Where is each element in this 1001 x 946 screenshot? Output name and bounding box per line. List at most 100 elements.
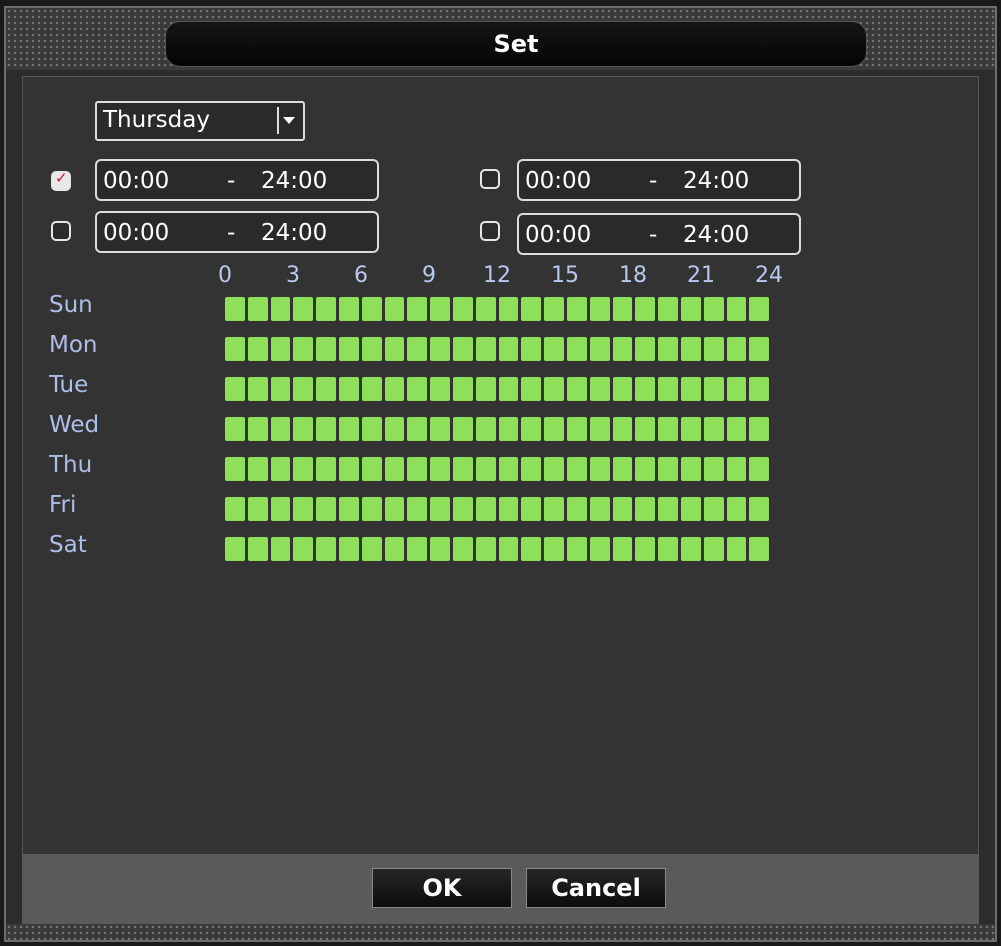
schedule-slot[interactable] (475, 337, 496, 361)
schedule-slot[interactable] (316, 497, 336, 521)
schedule-slot[interactable] (247, 377, 268, 401)
schedule-slot[interactable] (247, 297, 268, 321)
schedule-slot[interactable] (658, 537, 678, 561)
schedule-slot[interactable] (270, 457, 291, 481)
schedule-slot[interactable] (452, 417, 473, 441)
schedule-slot[interactable] (293, 417, 314, 441)
schedule-slot[interactable] (316, 337, 336, 361)
schedule-slot[interactable] (680, 297, 701, 321)
schedule-slot[interactable] (749, 377, 770, 401)
schedule-slot[interactable] (270, 377, 291, 401)
period-2-field[interactable]: 00:00 - 24:00 (517, 159, 801, 201)
schedule-slot[interactable] (521, 457, 542, 481)
schedule-slot[interactable] (703, 497, 724, 521)
schedule-slot[interactable] (338, 417, 359, 441)
schedule-slot[interactable] (589, 337, 610, 361)
schedule-slot[interactable] (293, 497, 314, 521)
schedule-slot[interactable] (338, 377, 359, 401)
schedule-slot[interactable] (612, 377, 633, 401)
schedule-slot[interactable] (612, 497, 633, 521)
schedule-slot[interactable] (703, 457, 724, 481)
schedule-slot[interactable] (338, 297, 359, 321)
schedule-slot[interactable] (521, 297, 542, 321)
schedule-slot[interactable] (407, 337, 428, 361)
schedule-slot[interactable] (361, 337, 382, 361)
schedule-slot[interactable] (361, 417, 382, 441)
schedule-slot[interactable] (430, 457, 450, 481)
schedule-slot[interactable] (225, 337, 245, 361)
schedule-slot[interactable] (498, 457, 519, 481)
schedule-slot[interactable] (452, 337, 473, 361)
schedule-slot[interactable] (635, 337, 656, 361)
schedule-slot[interactable] (452, 377, 473, 401)
schedule-slot[interactable] (225, 497, 245, 521)
period-1-end[interactable]: 24:00 (261, 168, 327, 194)
schedule-slot[interactable] (247, 497, 268, 521)
schedule-slot[interactable] (726, 297, 747, 321)
schedule-row[interactable] (225, 377, 770, 401)
schedule-slot[interactable] (498, 297, 519, 321)
period-4-end[interactable]: 24:00 (683, 222, 749, 248)
schedule-slot[interactable] (726, 457, 747, 481)
schedule-slot[interactable] (749, 457, 770, 481)
schedule-slot[interactable] (225, 537, 245, 561)
schedule-slot[interactable] (361, 497, 382, 521)
schedule-row[interactable] (225, 457, 770, 481)
schedule-slot[interactable] (566, 457, 587, 481)
schedule-slot[interactable] (407, 417, 428, 441)
schedule-slot[interactable] (680, 337, 701, 361)
schedule-slot[interactable] (612, 297, 633, 321)
schedule-slot[interactable] (612, 417, 633, 441)
period-2-checkbox[interactable] (480, 169, 500, 189)
schedule-slot[interactable] (270, 497, 291, 521)
schedule-slot[interactable] (635, 537, 656, 561)
schedule-slot[interactable] (612, 537, 633, 561)
day-select[interactable]: Thursday (95, 101, 305, 141)
schedule-slot[interactable] (247, 417, 268, 441)
schedule-slot[interactable] (635, 297, 656, 321)
period-3-end[interactable]: 24:00 (261, 220, 327, 246)
schedule-slot[interactable] (475, 537, 496, 561)
schedule-slot[interactable] (658, 297, 678, 321)
schedule-row[interactable] (225, 297, 770, 321)
schedule-slot[interactable] (566, 337, 587, 361)
cancel-button[interactable]: Cancel (526, 868, 666, 908)
schedule-slot[interactable] (384, 497, 405, 521)
schedule-slot[interactable] (749, 337, 770, 361)
chevron-down-icon[interactable] (277, 107, 299, 134)
schedule-slot[interactable] (384, 417, 405, 441)
schedule-slot[interactable] (544, 377, 564, 401)
schedule-slot[interactable] (407, 297, 428, 321)
schedule-slot[interactable] (384, 297, 405, 321)
period-3-field[interactable]: 00:00 - 24:00 (95, 211, 379, 253)
schedule-slot[interactable] (521, 497, 542, 521)
schedule-slot[interactable] (452, 297, 473, 321)
schedule-slot[interactable] (247, 457, 268, 481)
schedule-slot[interactable] (338, 497, 359, 521)
schedule-slot[interactable] (749, 497, 770, 521)
schedule-slot[interactable] (566, 497, 587, 521)
schedule-slot[interactable] (475, 497, 496, 521)
schedule-slot[interactable] (544, 417, 564, 441)
schedule-slot[interactable] (475, 297, 496, 321)
schedule-slot[interactable] (726, 417, 747, 441)
schedule-slot[interactable] (452, 497, 473, 521)
schedule-slot[interactable] (726, 377, 747, 401)
schedule-slot[interactable] (452, 457, 473, 481)
schedule-slot[interactable] (680, 377, 701, 401)
schedule-slot[interactable] (589, 497, 610, 521)
schedule-slot[interactable] (521, 337, 542, 361)
schedule-slot[interactable] (589, 457, 610, 481)
schedule-slot[interactable] (316, 457, 336, 481)
period-2-end[interactable]: 24:00 (683, 168, 749, 194)
schedule-slot[interactable] (589, 537, 610, 561)
schedule-slot[interactable] (635, 377, 656, 401)
schedule-slot[interactable] (430, 497, 450, 521)
schedule-slot[interactable] (430, 537, 450, 561)
schedule-slot[interactable] (407, 377, 428, 401)
schedule-slot[interactable] (316, 537, 336, 561)
schedule-slot[interactable] (270, 537, 291, 561)
schedule-slot[interactable] (703, 537, 724, 561)
period-4-checkbox[interactable] (480, 221, 500, 241)
schedule-slot[interactable] (566, 377, 587, 401)
